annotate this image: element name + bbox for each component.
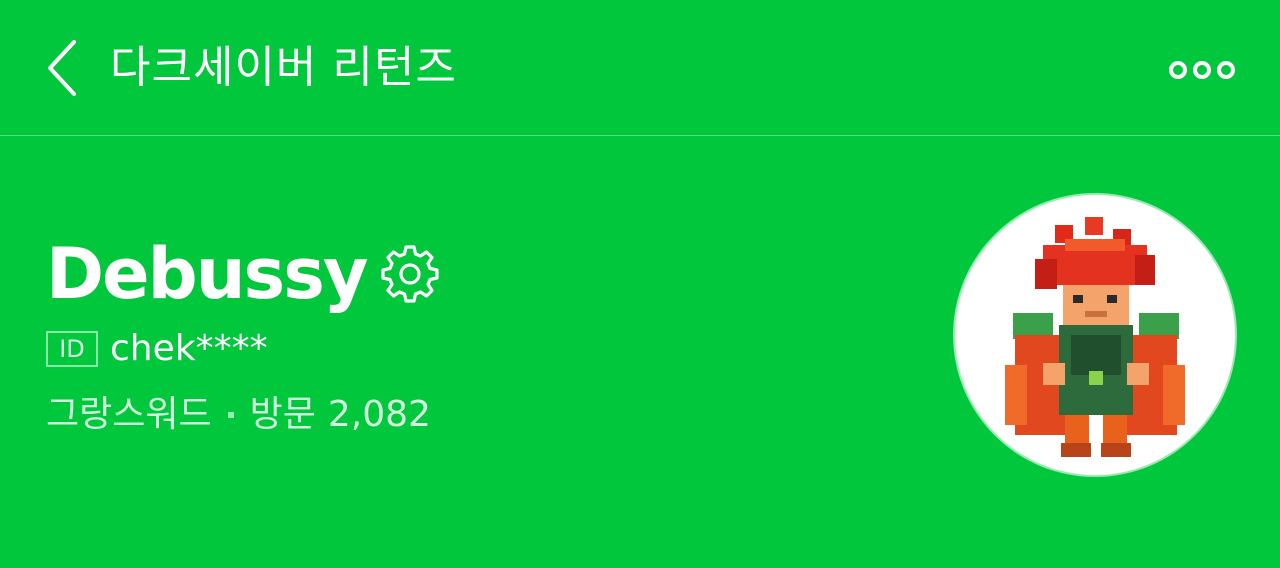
nickname: Debussy <box>46 233 368 315</box>
profile-section: Debussy ID chek**** 그랑스워드 방문 2,082 <box>0 137 1280 568</box>
more-dots-icon[interactable] <box>1160 50 1244 90</box>
avatar[interactable] <box>955 195 1235 475</box>
id-row: ID chek**** <box>46 327 268 371</box>
user-id: chek**** <box>110 328 268 369</box>
member-meta: 그랑스워드 방문 2,082 <box>46 391 431 439</box>
separator-dot <box>227 412 234 418</box>
top-bar: 다크세이버 리턴즈 <box>0 0 1280 136</box>
gear-icon[interactable] <box>380 244 440 304</box>
page-title: 다크세이버 리턴즈 <box>110 42 457 93</box>
visit-count: 2,082 <box>327 394 431 435</box>
chevron-left-icon[interactable] <box>38 36 90 100</box>
member-grade: 그랑스워드 <box>46 394 212 435</box>
visit-label: 방문 <box>249 394 316 435</box>
nickname-row: Debussy <box>46 229 440 319</box>
avatar-image <box>1005 217 1185 457</box>
id-badge: ID <box>46 331 98 367</box>
